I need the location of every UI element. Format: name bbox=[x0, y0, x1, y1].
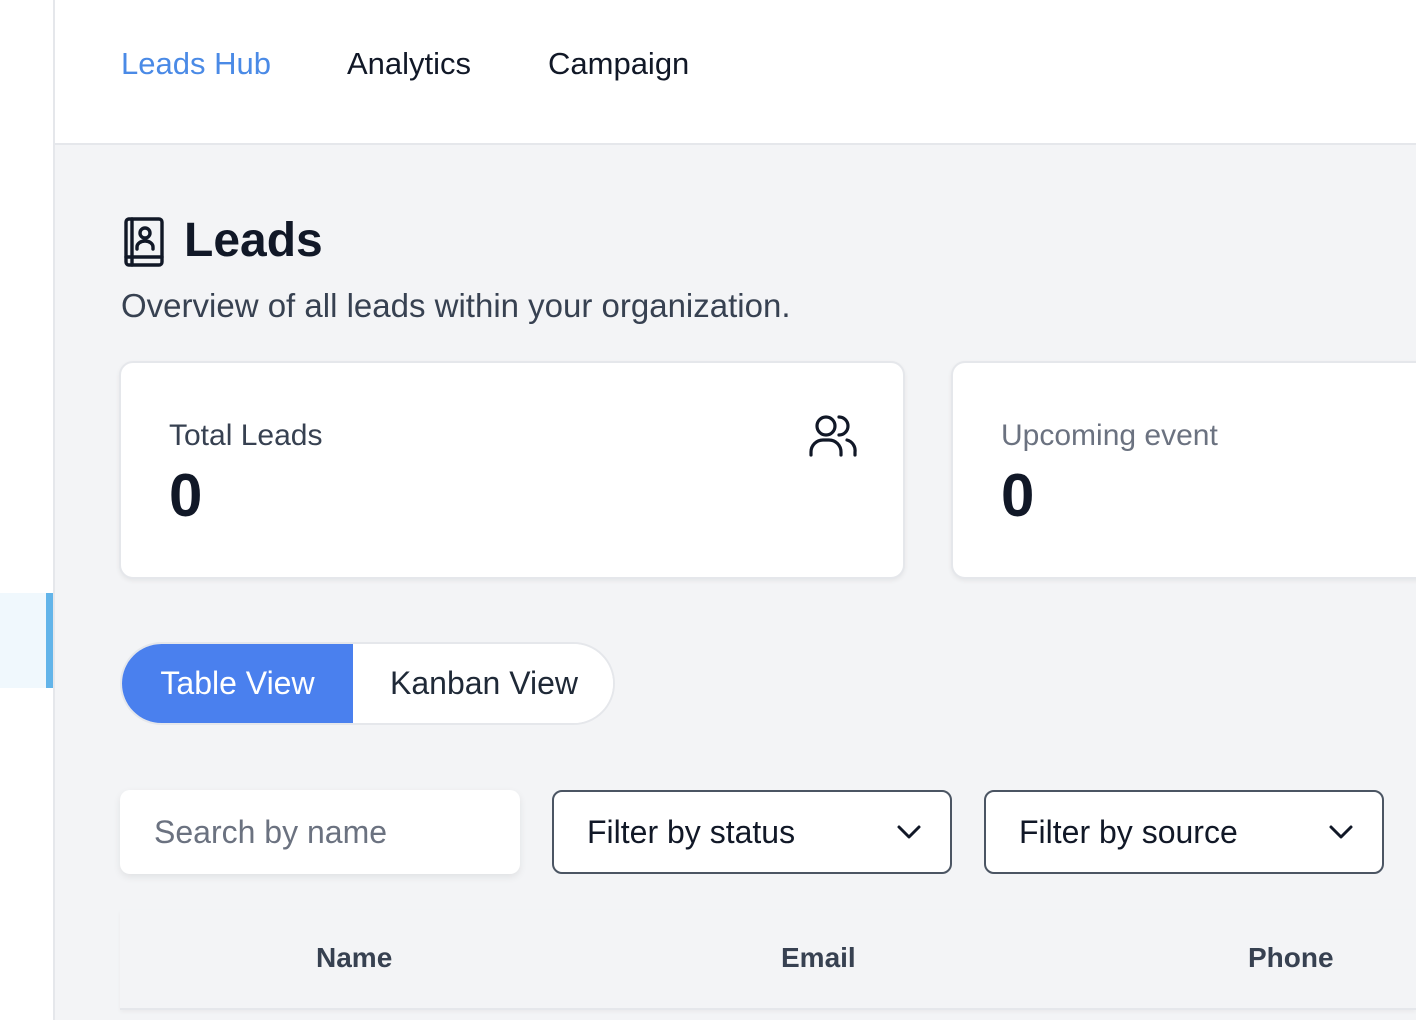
table-view-button[interactable]: Table View bbox=[122, 644, 353, 723]
tab-campaign[interactable]: Campaign bbox=[548, 44, 689, 84]
table-header: Name Email Phone bbox=[120, 910, 1416, 1010]
column-header-email[interactable]: Email bbox=[781, 940, 856, 976]
top-nav: Leads Hub Analytics Campaign bbox=[55, 0, 1416, 145]
column-header-phone[interactable]: Phone bbox=[1248, 940, 1334, 976]
tab-leads-hub[interactable]: Leads Hub bbox=[121, 44, 271, 84]
source-filter-select[interactable]: Filter by source bbox=[984, 790, 1384, 874]
kanban-view-button[interactable]: Kanban View bbox=[353, 644, 613, 723]
sidebar-active-indicator bbox=[46, 593, 53, 688]
total-leads-card: Total Leads 0 bbox=[119, 361, 905, 579]
sidebar-active-item[interactable] bbox=[0, 593, 53, 688]
chevron-down-icon bbox=[897, 825, 921, 839]
view-toggle: Table View Kanban View bbox=[120, 642, 615, 725]
search-box bbox=[120, 790, 520, 874]
sidebar bbox=[0, 0, 55, 1020]
page-subtitle: Overview of all leads within your organi… bbox=[121, 287, 791, 324]
contact-book-icon bbox=[124, 217, 164, 267]
status-filter-select[interactable]: Filter by status bbox=[552, 790, 952, 874]
total-leads-value: 0 bbox=[169, 462, 203, 529]
chevron-down-icon bbox=[1329, 825, 1353, 839]
source-filter-label: Filter by source bbox=[1019, 814, 1238, 850]
search-input[interactable] bbox=[120, 790, 520, 874]
users-icon bbox=[809, 415, 857, 457]
page-title: Leads bbox=[184, 214, 323, 267]
status-filter-label: Filter by status bbox=[587, 814, 796, 850]
column-header-name[interactable]: Name bbox=[316, 940, 392, 976]
upcoming-event-value: 0 bbox=[1001, 462, 1035, 529]
total-leads-label: Total Leads bbox=[169, 419, 323, 452]
upcoming-event-label: Upcoming event bbox=[1001, 419, 1218, 452]
tab-analytics[interactable]: Analytics bbox=[347, 44, 471, 84]
upcoming-event-card: Upcoming event 0 bbox=[951, 361, 1416, 579]
